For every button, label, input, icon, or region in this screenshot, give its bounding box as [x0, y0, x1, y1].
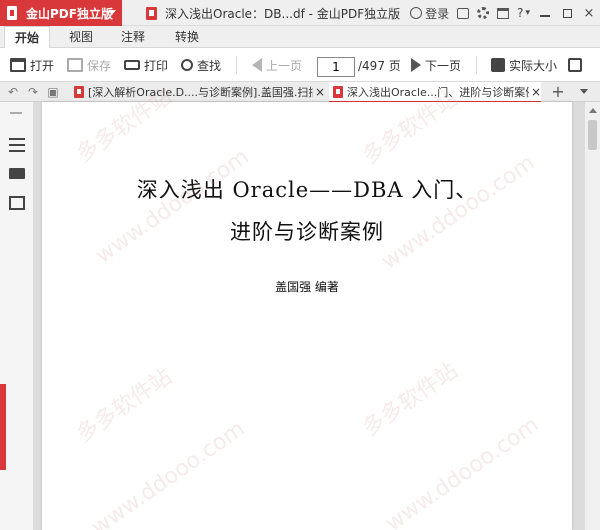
- arrow-left-icon: [252, 58, 262, 72]
- printer-icon: [124, 60, 140, 70]
- next-page-button[interactable]: 下一页: [411, 48, 461, 82]
- save-quick-icon[interactable]: ▣: [46, 85, 60, 99]
- close-icon[interactable]: ×: [531, 85, 541, 99]
- tab-annotate[interactable]: 注释: [110, 26, 156, 48]
- page-number-input[interactable]: [317, 57, 355, 77]
- left-sidebar: [0, 102, 34, 530]
- pdf-file-icon: [146, 6, 157, 20]
- panel-collapse-handle[interactable]: [10, 112, 22, 114]
- search-icon: [181, 59, 193, 71]
- watermark-url: www.ddooo.com: [381, 412, 544, 530]
- toolbar-divider: [476, 56, 477, 74]
- scroll-thumb[interactable]: [588, 120, 597, 150]
- doc-tab-label: 深入浅出Oracle...门、进阶与诊断案例: [347, 85, 529, 99]
- print-button[interactable]: 打印: [124, 48, 168, 82]
- save-button[interactable]: 保存: [67, 48, 111, 82]
- title-bar: 金山PDF独立版 深入浅出Oracle：DB...df - 金山PDF独立版 登…: [0, 0, 600, 26]
- scroll-up-icon[interactable]: [589, 108, 597, 113]
- thumbnail-icon[interactable]: [9, 196, 25, 210]
- ribbon-tabs: 开始 视图 注释 转换: [0, 26, 600, 49]
- settings-button[interactable]: [473, 0, 493, 26]
- open-label: 打开: [30, 58, 55, 73]
- watermark-text: 多多软件站: [72, 364, 177, 448]
- doc-tab-label: [深入解析Oracle.D....与诊断案例].盖国强.扫描版: [88, 86, 313, 99]
- document-tabs: ↶ ↷ ▣ [深入解析Oracle.D....与诊断案例].盖国强.扫描版 × …: [0, 82, 600, 103]
- watermark-url: www.ddooo.com: [87, 416, 250, 530]
- maximize-button[interactable]: [556, 0, 578, 26]
- tab-start[interactable]: 开始: [4, 26, 50, 49]
- fit-page-icon: [568, 58, 582, 72]
- close-button[interactable]: ×: [578, 0, 600, 26]
- message-button[interactable]: [453, 0, 473, 26]
- app-logo-icon: [6, 6, 20, 20]
- title-bar-actions: 登录 ? ▾ ×: [406, 0, 600, 26]
- gear-icon: [477, 7, 490, 19]
- book-title-line-1: 深入浅出 Oracle——DBA 入门、: [136, 178, 478, 202]
- open-button[interactable]: 打开: [10, 48, 54, 82]
- vertical-scrollbar[interactable]: [584, 102, 600, 530]
- redo-icon[interactable]: ↷: [26, 85, 40, 99]
- next-page-label: 下一页: [425, 58, 462, 73]
- tab-convert[interactable]: 转换: [164, 26, 210, 48]
- pdf-file-icon: [333, 85, 343, 98]
- pdf-file-icon: [74, 86, 84, 98]
- user-icon: [410, 7, 423, 19]
- close-icon: ×: [583, 5, 595, 21]
- chevron-down-icon: [108, 10, 116, 15]
- window-title: 深入浅出Oracle：DB...df - 金山PDF独立版: [146, 0, 400, 26]
- prev-page-label: 上一页: [266, 58, 303, 73]
- skin-button[interactable]: [493, 0, 513, 26]
- watermark-text: 多多软件站: [358, 358, 463, 442]
- watermark-url: www.ddooo.com: [91, 144, 254, 269]
- maximize-icon: [562, 8, 572, 18]
- minimize-icon: [540, 15, 550, 17]
- app-name: 金山PDF独立版: [26, 6, 113, 21]
- document-viewport[interactable]: 深入浅出 Oracle——DBA 入门、 进阶与诊断案例 盖国强 编著 多多软件…: [34, 84, 584, 530]
- new-tab-button[interactable]: +: [551, 82, 565, 102]
- login-label: 登录: [425, 6, 450, 21]
- login-button[interactable]: 登录: [406, 0, 453, 26]
- page-total: /497 页: [358, 58, 401, 73]
- book-author: 盖国强 编著: [275, 280, 339, 294]
- window-title-text: 深入浅出Oracle：DB...df - 金山PDF独立版: [165, 6, 401, 21]
- book-title-line-2: 进阶与诊断案例: [230, 220, 384, 244]
- comment-icon[interactable]: [9, 168, 25, 179]
- toolbar-divider: [236, 56, 237, 74]
- undo-icon[interactable]: ↶: [6, 85, 20, 99]
- save-icon: [67, 58, 83, 72]
- toolbar: 打开 保存 打印 查找 上一页 /497 页 下一页 实际大小: [0, 48, 600, 82]
- find-button[interactable]: 查找: [181, 48, 221, 82]
- pdf-page: 深入浅出 Oracle——DBA 入门、 进阶与诊断案例 盖国强 编著 多多软件…: [42, 84, 572, 530]
- help-label: ?: [517, 6, 524, 20]
- actual-size-icon: [491, 58, 505, 72]
- doc-tab-1[interactable]: [深入解析Oracle.D....与诊断案例].盖国强.扫描版 ×: [70, 82, 327, 102]
- doc-tab-2[interactable]: 深入浅出Oracle...门、进阶与诊断案例 ×: [329, 82, 541, 103]
- outline-icon[interactable]: [9, 138, 25, 152]
- print-label: 打印: [144, 58, 169, 73]
- tab-view[interactable]: 视图: [58, 26, 104, 48]
- sidebar-toggle-handle[interactable]: [0, 384, 6, 470]
- actual-size-label: 实际大小: [509, 58, 558, 73]
- app-menu-button[interactable]: 金山PDF独立版: [0, 0, 122, 26]
- actual-size-button[interactable]: 实际大小: [491, 48, 557, 82]
- arrow-right-icon: [411, 58, 421, 72]
- minimize-button[interactable]: [534, 0, 556, 26]
- message-icon: [457, 7, 470, 19]
- watermark-url: www.ddooo.com: [377, 150, 540, 275]
- save-label: 保存: [87, 58, 112, 73]
- folder-icon: [10, 58, 26, 72]
- skin-icon: [497, 7, 510, 19]
- tabs-menu-icon[interactable]: [580, 89, 588, 94]
- close-icon[interactable]: ×: [315, 85, 325, 99]
- find-label: 查找: [197, 58, 222, 73]
- chevron-down-icon: ▾: [525, 8, 530, 18]
- help-button[interactable]: ? ▾: [513, 0, 534, 26]
- prev-page-button[interactable]: 上一页: [252, 48, 302, 82]
- fit-page-button[interactable]: [568, 48, 586, 82]
